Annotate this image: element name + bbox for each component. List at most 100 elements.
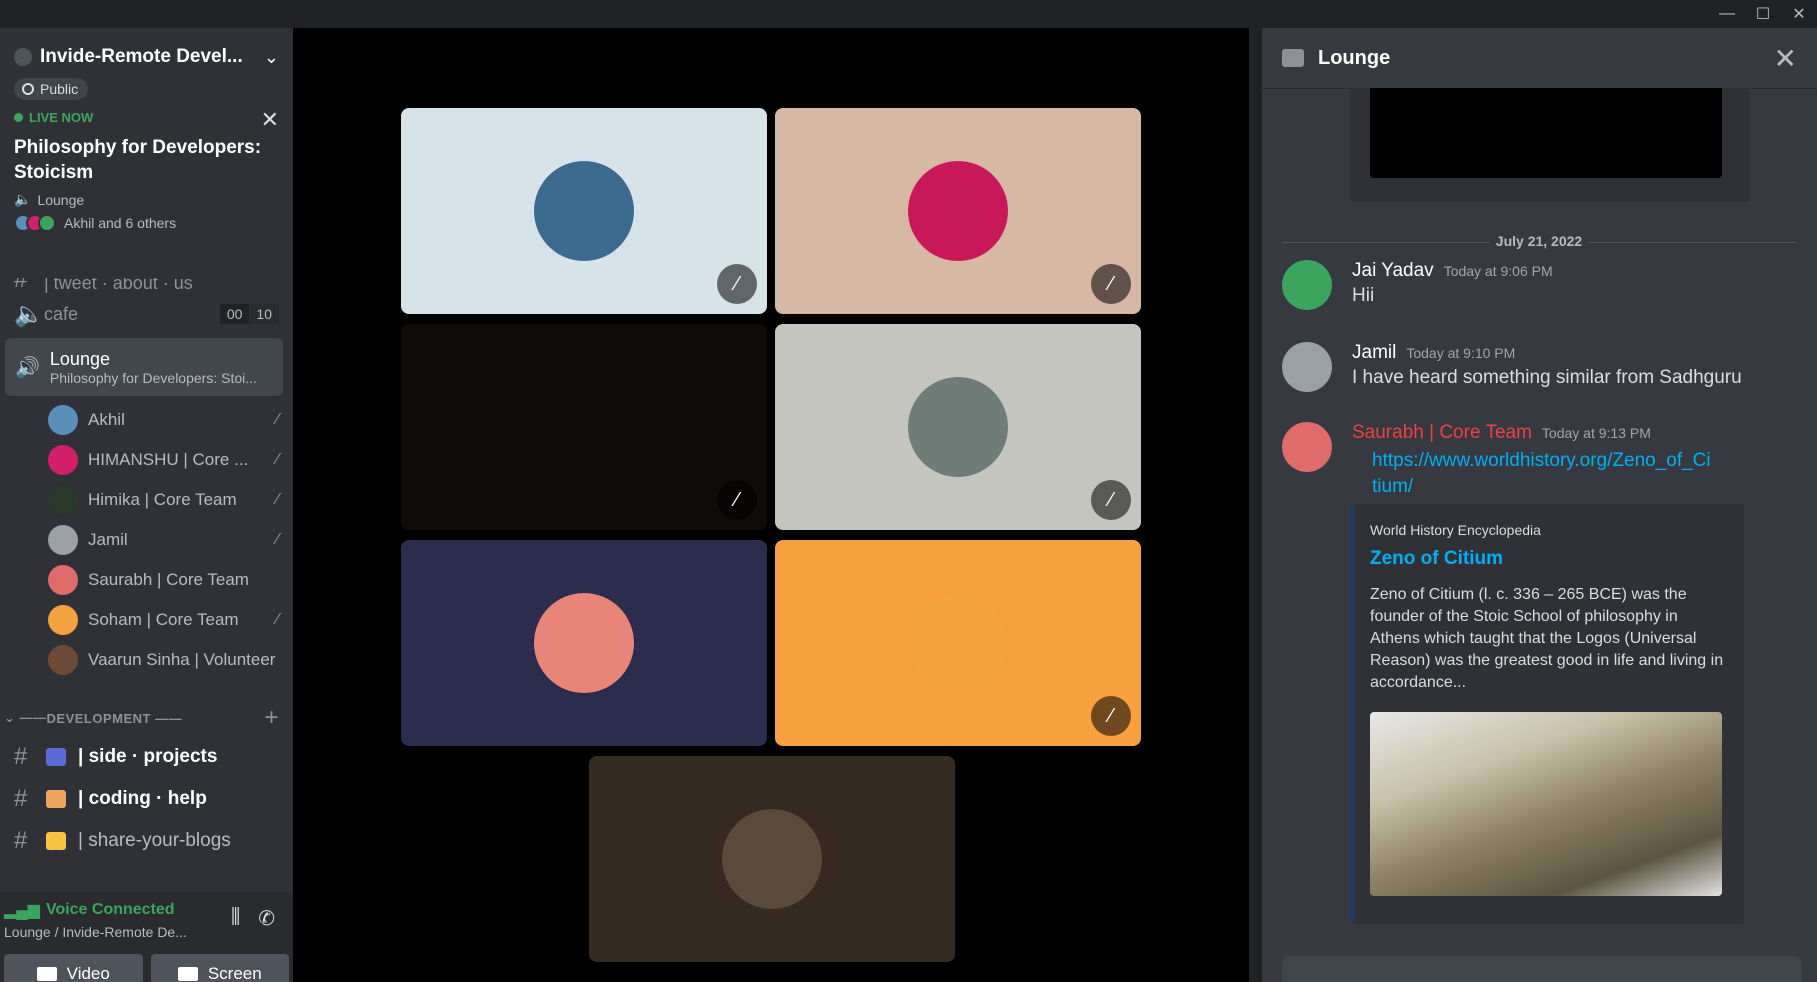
chevron-down-icon[interactable]: ⌄ [264, 47, 279, 68]
avatar[interactable] [1282, 422, 1332, 472]
voice-location: Lounge / Invide-Remote De... [4, 924, 187, 940]
voice-member[interactable]: Jamil ⁄ [0, 520, 293, 560]
channel-name: | coding · help [78, 788, 207, 809]
voice-status[interactable]: Voice Connected [46, 901, 175, 919]
voice-member[interactable]: HIMANSHU | Core ... ⁄ [0, 440, 293, 480]
muted-mic-icon: ⁄ [276, 491, 279, 508]
embed-image[interactable] [1370, 712, 1722, 896]
avatar[interactable] [1282, 342, 1332, 392]
disconnect-icon[interactable]: ✆ [258, 906, 275, 931]
participant-avatar [908, 377, 1008, 477]
public-badge: Public [14, 78, 89, 100]
chevron-down-icon: ⌄ —— [4, 710, 47, 725]
embed-title[interactable]: Zeno of Citium [1370, 548, 1728, 570]
message-time: Today at 9:13 PM [1541, 425, 1651, 441]
voice-member[interactable]: Akhil ⁄ [0, 400, 293, 440]
channel-name: Lounge [49, 348, 110, 369]
server-icon [14, 48, 32, 66]
member-name: Soham | Core Team [88, 610, 239, 629]
embed-image[interactable] [1370, 88, 1722, 178]
participant-tile[interactable]: ⁄ [775, 324, 1141, 530]
text-channel[interactable]: # | share-your-blogs [0, 820, 293, 862]
channel-name: | side · projects [78, 746, 218, 767]
hash-icon: # [14, 743, 28, 770]
message: Saurabh | Core Team Today at 9:13 PM htt… [1282, 422, 1802, 500]
muted-mic-icon: ⁄ [1091, 480, 1131, 520]
live-dot-icon [14, 113, 23, 122]
participant-tile[interactable]: ⁄ [401, 108, 767, 314]
avatar [48, 645, 78, 675]
participant-tile[interactable]: ⁄ [401, 324, 767, 530]
live-event-card[interactable]: LIVE NOW ✕ Philosophy for Developers: St… [14, 107, 279, 232]
date-label: July 21, 2022 [1489, 233, 1589, 249]
chat-header: Lounge ✕ [1262, 28, 1817, 88]
member-name: Saurabh | Core Team [88, 570, 249, 589]
message-input[interactable] [1282, 956, 1802, 982]
participant-avatar [908, 593, 1008, 693]
message-time: Today at 9:10 PM [1406, 345, 1516, 361]
voice-member[interactable]: Vaarun Sinha | Volunteer [0, 640, 293, 680]
live-now-label: LIVE NOW [29, 110, 94, 125]
message-author[interactable]: Jai Yadav [1352, 260, 1434, 282]
message-link[interactable]: https://www.worldhistory.org/Zeno_of_Cit… [1372, 448, 1712, 500]
server-name: Invide-Remote Devel... [40, 46, 243, 67]
close-window-button[interactable]: ✕ [1781, 0, 1817, 28]
avatar [48, 605, 78, 635]
voice-member-list: Akhil ⁄ HIMANSHU | Core ... ⁄ Himika | Core … [0, 400, 293, 680]
video-button[interactable]: Video [4, 954, 143, 982]
participant-avatar [908, 161, 1008, 261]
date-divider: July 21, 2022 [1282, 233, 1796, 249]
chat-title: Lounge [1318, 46, 1391, 69]
previous-embed [1350, 88, 1750, 202]
close-icon[interactable]: ✕ [1774, 42, 1797, 75]
member-name: Vaarun Sinha | Volunteer [88, 650, 276, 669]
participant-tile[interactable] [589, 756, 955, 962]
participant-tile[interactable]: ⁄ [775, 540, 1141, 746]
muted-mic-icon: ⁄ [276, 611, 279, 628]
message-author[interactable]: Jamil [1352, 342, 1396, 364]
avatar[interactable] [1282, 260, 1332, 310]
participant-tile[interactable]: ⁄ [775, 108, 1141, 314]
muted-mic-icon: ⁄ [717, 264, 757, 304]
text-channel[interactable]: # | side · projects [0, 736, 293, 778]
event-participants: Akhil and 6 others [14, 214, 279, 232]
participant-tile[interactable] [401, 540, 767, 746]
participant-avatar [534, 377, 634, 477]
muted-mic-icon: ⁄ [276, 451, 279, 468]
emoji-icon [46, 790, 66, 808]
member-name: Himika | Core Team [88, 490, 237, 509]
add-channel-icon[interactable]: + [264, 704, 279, 732]
message: Jai Yadav Today at 9:06 PM Hii [1282, 260, 1802, 310]
voice-channel-cafe[interactable]: 🔈 cafe 00 10 [0, 294, 293, 334]
screen-icon [177, 967, 198, 981]
close-icon[interactable]: ✕ [261, 107, 279, 133]
noise-suppression-icon[interactable]: ⫼ [231, 906, 240, 931]
participant-avatar [534, 593, 634, 693]
participants-label: Akhil and 6 others [64, 215, 177, 231]
channel-partial[interactable]: # | tweet · about · us [0, 278, 293, 294]
message: Jamil Today at 9:10 PM I have heard some… [1282, 342, 1802, 392]
window-titlebar: — ☐ ✕ [0, 0, 1817, 28]
stage-grid: ⁄ ⁄ ⁄ ⁄ ⁄ [293, 28, 1249, 982]
emoji-icon [46, 832, 66, 850]
chat-bubble-icon [1282, 49, 1304, 67]
link-embed: World History Encyclopedia Zeno of Citiu… [1350, 504, 1744, 924]
screen-share-button[interactable]: Screen [150, 954, 289, 982]
muted-mic-icon: ⁄ [1091, 264, 1131, 304]
text-channel[interactable]: # | coding · help [0, 778, 293, 820]
globe-icon [22, 83, 34, 95]
category-development[interactable]: ⌄ —— DEVELOPMENT —— + [0, 700, 293, 736]
message-author[interactable]: Saurabh | Core Team [1352, 422, 1532, 444]
minimize-button[interactable]: — [1709, 0, 1745, 28]
speaker-icon: 🔊 [15, 356, 40, 379]
message-text: I have heard something similar from Sadh… [1352, 367, 1742, 388]
maximize-button[interactable]: ☐ [1745, 0, 1781, 28]
voice-member[interactable]: Soham | Core Team ⁄ [0, 600, 293, 640]
voice-member[interactable]: Saurabh | Core Team [0, 560, 293, 600]
voice-channel-lounge[interactable]: 🔊 Lounge Philosophy for Developers: Stoi… [5, 338, 283, 396]
channel-name: | share-your-blogs [78, 830, 231, 851]
voice-member[interactable]: Himika | Core Team ⁄ [0, 480, 293, 520]
member-name: Akhil [88, 410, 125, 429]
hash-icon: # [14, 278, 28, 293]
member-name: Jamil [88, 530, 128, 549]
